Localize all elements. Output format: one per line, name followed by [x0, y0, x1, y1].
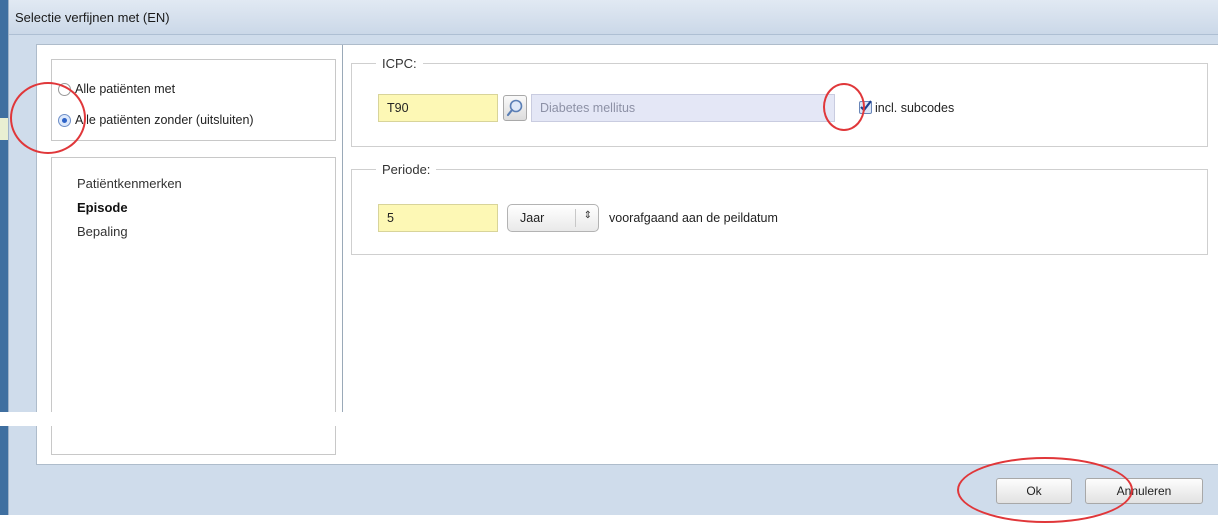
- dialog-titlebar[interactable]: Selectie verfijnen met (EN): [9, 0, 1218, 35]
- screenshot-gap: [0, 412, 1218, 426]
- background-app-tab: [0, 118, 8, 140]
- periode-unit-value: Jaar: [520, 211, 545, 225]
- nav-item-patientkenmerken[interactable]: Patiëntkenmerken: [77, 176, 182, 191]
- magnifier-icon: [506, 99, 523, 117]
- dialog-title: Selectie verfijnen met (EN): [15, 10, 170, 25]
- periode-suffix-label: voorafgaand aan de peildatum: [609, 211, 778, 225]
- radio-option-include[interactable]: Alle patiënten met: [58, 82, 175, 96]
- radio-exclude[interactable]: [58, 113, 71, 127]
- radio-exclude-label: Alle patiënten zonder (uitsluiten): [75, 113, 254, 127]
- select-divider: [575, 209, 576, 227]
- dialog-content: Alle patiënten met Alle patiënten zonder…: [36, 44, 1218, 465]
- ok-button[interactable]: Ok: [996, 478, 1072, 504]
- icpc-lookup-button[interactable]: [503, 95, 527, 121]
- checkmark-icon: [860, 100, 872, 112]
- icpc-legend: ICPC:: [376, 56, 423, 71]
- nav-item-episode[interactable]: Episode: [77, 200, 128, 215]
- radio-option-exclude[interactable]: Alle patiënten zonder (uitsluiten): [58, 113, 254, 127]
- periode-unit-select[interactable]: Jaar ⇕: [507, 204, 599, 232]
- background-app-strip: [0, 0, 8, 515]
- periode-legend: Periode:: [376, 162, 437, 177]
- radio-include[interactable]: [58, 82, 71, 96]
- nav-item-bepaling[interactable]: Bepaling: [77, 224, 128, 239]
- criteria-nav: Patiëntkenmerken Episode Bepaling: [51, 157, 336, 455]
- cancel-button[interactable]: Annuleren: [1085, 478, 1203, 504]
- icpc-description-field: [531, 94, 835, 122]
- periode-fieldset: Periode: Jaar ⇕ voorafgaand aan de peild…: [351, 162, 1208, 255]
- pane-divider: [342, 45, 343, 415]
- icpc-code-input[interactable]: [378, 94, 498, 122]
- filter-mode-group: Alle patiënten met Alle patiënten zonder…: [51, 59, 336, 141]
- select-arrows-icon: ⇕: [583, 210, 592, 221]
- include-subcodes-label[interactable]: incl. subcodes: [875, 101, 954, 115]
- icpc-fieldset: ICPC: incl. subcodes: [351, 56, 1208, 147]
- periode-value-input[interactable]: [378, 204, 498, 232]
- radio-include-label: Alle patiënten met: [75, 82, 176, 96]
- include-subcodes-checkbox[interactable]: [859, 100, 872, 114]
- refine-selection-dialog: Selectie verfijnen met (EN) Alle patiënt…: [8, 0, 1218, 515]
